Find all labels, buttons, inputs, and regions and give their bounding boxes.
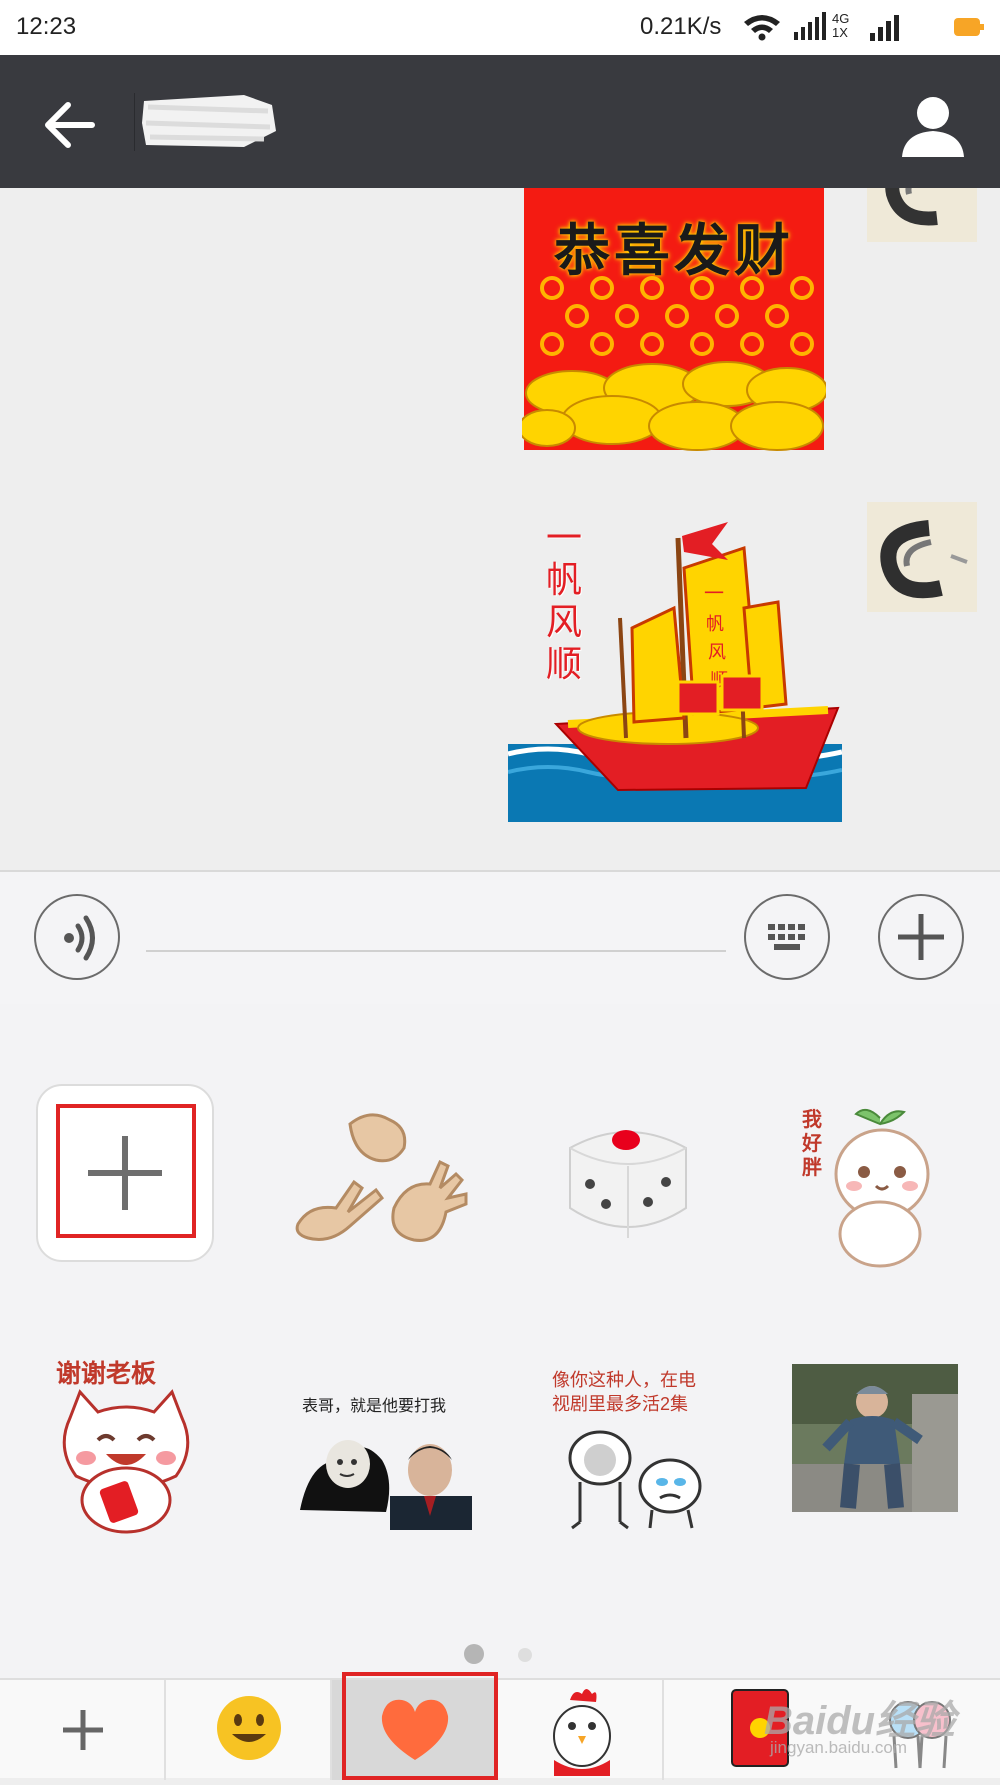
rooster-icon <box>553 1689 611 1776</box>
tab-add-sticker-pack[interactable] <box>0 1680 166 1780</box>
sticker-caption: 像你这种人，在电视剧里最多活2集 <box>552 1370 696 1414</box>
smiley-icon <box>217 1696 281 1760</box>
battery-icon <box>954 18 984 36</box>
signal-bars-icon <box>794 12 826 40</box>
tab-chicken-pack[interactable] <box>498 1680 664 1780</box>
page-dot[interactable] <box>518 1648 532 1662</box>
sticker-panda-meme[interactable]: 表哥，就是他要打我 <box>290 1354 480 1534</box>
network-type-bottom: 1X <box>832 25 848 40</box>
hands-icon <box>295 1113 468 1242</box>
voice-icon <box>64 915 95 961</box>
network-type-top: 4G <box>832 11 850 26</box>
sticker-cat-dog-meme[interactable]: 像你这种人，在电视剧里最多活2集 <box>540 1354 730 1534</box>
sticker-message-gongxifacai[interactable]: 恭喜发财 <box>518 188 828 456</box>
profile-icon[interactable] <box>898 91 968 161</box>
chat-title-redacted <box>142 95 276 147</box>
dice-icon <box>569 1130 687 1238</box>
my-avatar[interactable] <box>867 188 977 242</box>
message-input[interactable] <box>146 912 726 952</box>
tab-red-envelope-pack[interactable]: Baidu经验 jingyan.baidu.com <box>664 1680 1000 1780</box>
status-time: 12:23 <box>16 13 77 40</box>
plus-icon <box>63 1710 103 1750</box>
sticker-caption: 我好胖 <box>802 1109 822 1179</box>
signal-icon <box>870 15 899 41</box>
title-divider <box>134 93 135 151</box>
wifi-icon <box>744 15 780 41</box>
tab-favorites[interactable] <box>332 1672 498 1780</box>
status-bar: 12:23 0.21K/s 4G 1X <box>0 0 1000 55</box>
highlight-add-sticker <box>56 1104 196 1238</box>
sticker-panel: 我好胖 谢谢老板 表哥，就是他要打我 像你这种人，在电视剧里最多活2集 <box>0 1004 1000 1678</box>
panda-meme-icon <box>300 1440 472 1530</box>
sticker-caption: 表哥，就是他要打我 <box>302 1398 447 1415</box>
sticker-text-yifanfengshun: 一帆风顺 <box>546 518 583 685</box>
sticker-caption: 谢谢老板 <box>56 1360 157 1388</box>
svg-text:一: 一 <box>704 581 724 605</box>
chat-input-bar <box>0 870 1000 1006</box>
sticker-rock-paper-scissors[interactable] <box>290 1104 470 1284</box>
title-bar <box>0 55 1000 188</box>
cat-icon <box>62 1389 190 1534</box>
sticker-message-yifanfengshun[interactable]: 一 帆 风 顺 一帆风顺 <box>507 508 843 822</box>
keyboard-button[interactable] <box>744 894 830 980</box>
watermark-url: jingyan.baidu.com <box>770 1738 908 1757</box>
cat-dog-icon <box>568 1430 702 1530</box>
svg-text:风: 风 <box>708 642 726 663</box>
plus-icon <box>898 914 944 960</box>
network-speed: 0.21K/s <box>640 13 722 40</box>
sticker-dancing-kid-photo[interactable] <box>792 1364 958 1512</box>
chat-messages: 恭喜发财 一 帆 风 顺 <box>0 188 1000 870</box>
highlight-favorites-tab <box>342 1672 498 1780</box>
page-indicator <box>460 1644 550 1668</box>
sticker-text-gongxifacai: 恭喜发财 <box>554 219 794 284</box>
cellular-4g-indicator: 4G 1X <box>794 12 854 42</box>
voice-button[interactable] <box>34 894 120 980</box>
page-dot-active[interactable] <box>464 1644 484 1664</box>
sticker-dice[interactable] <box>540 1104 720 1284</box>
sticker-cat-red-envelope[interactable]: 谢谢老板 <box>36 1354 216 1534</box>
more-button[interactable] <box>878 894 964 980</box>
photo-icon <box>792 1364 958 1512</box>
keyboard-icon <box>768 924 805 950</box>
svg-text:帆: 帆 <box>706 614 724 635</box>
sticker-sprout-character[interactable]: 我好胖 <box>790 1094 970 1274</box>
sticker-tab-bar: Baidu经验 jingyan.baidu.com <box>0 1672 1000 1780</box>
tab-emoji[interactable] <box>166 1680 332 1780</box>
back-button[interactable] <box>36 93 100 157</box>
my-avatar[interactable] <box>867 502 977 612</box>
